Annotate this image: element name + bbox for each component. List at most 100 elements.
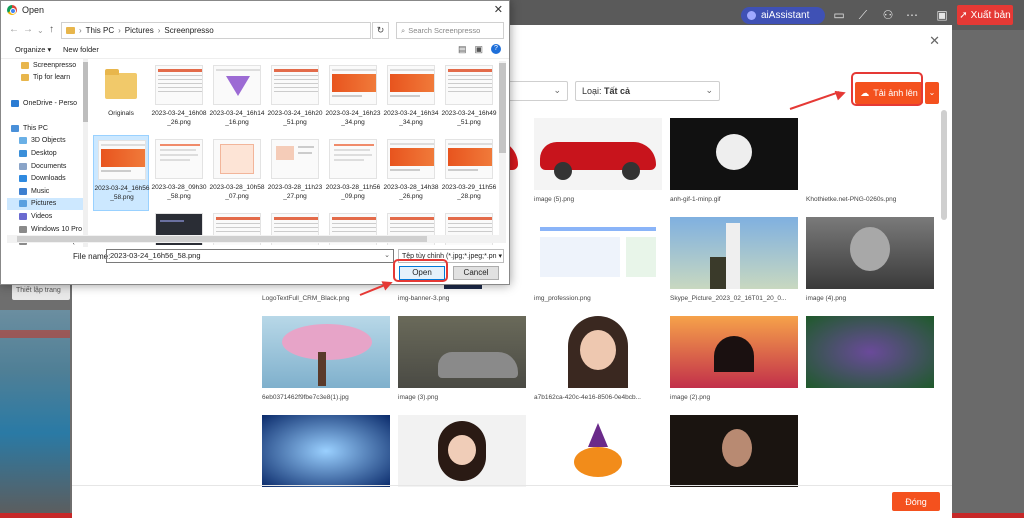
file-list-scrollbar[interactable] bbox=[499, 61, 506, 243]
chevron-down-icon[interactable]: ⌄ bbox=[384, 251, 390, 259]
folder-item[interactable]: Originals bbox=[93, 61, 149, 137]
file-item[interactable]: 2023-03-24_16h23_34.png bbox=[325, 61, 381, 137]
image-card[interactable]: image (4).png bbox=[806, 217, 934, 302]
file-thumbnail bbox=[329, 65, 377, 105]
horizontal-scrollbar[interactable] bbox=[7, 235, 505, 243]
close-button[interactable]: Đóng bbox=[892, 492, 940, 511]
breadcrumb-this-pc[interactable]: This PC bbox=[86, 26, 114, 35]
publish-button[interactable]: ➚ Xuất bản bbox=[957, 5, 1013, 25]
file-name: 2023-03-28_11h23_27.png bbox=[267, 184, 323, 200]
nav-item-label: Tip for learn bbox=[33, 74, 71, 82]
preview-pane-icon[interactable]: ▣ bbox=[474, 44, 483, 55]
image-card[interactable] bbox=[262, 415, 390, 493]
video-icon bbox=[19, 212, 27, 220]
user-icon[interactable]: ⚇ bbox=[881, 8, 895, 22]
file-item[interactable]: 2023-03-24_16h20_51.png bbox=[267, 61, 323, 137]
none-icon bbox=[11, 87, 19, 94]
image-caption: image (2).png bbox=[670, 394, 711, 401]
image-card[interactable]: 6eb0371462f9fbe7c3e8(1).jpg bbox=[262, 316, 390, 401]
nav-item-screenpresso[interactable]: Screenpresso bbox=[7, 59, 87, 72]
close-icon[interactable]: ✕ bbox=[494, 3, 503, 16]
file-item[interactable]: 2023-03-28_11h23_27.png bbox=[267, 135, 323, 211]
refresh-button[interactable]: ↻ bbox=[372, 22, 389, 39]
ai-assistant-label: aiAssistant bbox=[761, 10, 810, 21]
file-item[interactable]: 2023-03-28_10h58_07.png bbox=[209, 135, 265, 211]
image-card[interactable] bbox=[806, 316, 934, 394]
image-thumbnail bbox=[262, 415, 390, 487]
nav-item-documents[interactable]: Documents bbox=[7, 160, 87, 173]
file-name-input[interactable]: 2023-03-24_16h56_58.png ⌄ bbox=[106, 249, 394, 263]
forward-arrow-icon[interactable]: → bbox=[23, 24, 33, 35]
file-item[interactable]: 2023-03-28_14h38_26.png bbox=[383, 135, 439, 211]
upload-dropdown-button[interactable]: ⌄ bbox=[925, 82, 939, 104]
folder-icon bbox=[21, 74, 29, 82]
file-name: 2023-03-28_10h58_07.png bbox=[209, 184, 265, 200]
image-card[interactable] bbox=[398, 415, 526, 493]
nav-item-label: This PC bbox=[23, 124, 48, 132]
file-item[interactable]: 2023-03-28_09h30_58.png bbox=[151, 135, 207, 211]
nav-item-windows-10-pro[interactable]: Windows 10 Pro bbox=[7, 223, 87, 236]
nav-pane-scrollbar[interactable] bbox=[83, 59, 88, 247]
nav-item-pictures[interactable]: Pictures bbox=[7, 197, 87, 211]
search-input[interactable]: ⌕ Search Screenpresso bbox=[396, 22, 504, 39]
more-icon[interactable]: ⋯ bbox=[905, 8, 919, 22]
ai-icon bbox=[747, 11, 756, 20]
image-card[interactable]: image (2).png bbox=[670, 316, 798, 401]
cloud-icon bbox=[11, 99, 19, 107]
image-card[interactable] bbox=[670, 415, 798, 493]
cancel-button[interactable]: Cancel bbox=[453, 266, 499, 280]
file-item[interactable]: 2023-03-24_16h08_26.png bbox=[151, 61, 207, 137]
recent-dropdown-icon[interactable]: ⌄ bbox=[37, 26, 44, 35]
new-folder-button[interactable]: New folder bbox=[63, 45, 99, 54]
nav-item-onedrive-perso[interactable]: OneDrive - Perso bbox=[7, 97, 87, 110]
back-arrow-icon[interactable]: ← bbox=[9, 24, 19, 35]
image-card[interactable]: a7b162ca-420c-4e16-8506-0e4bcb... bbox=[534, 316, 662, 401]
nav-item-downloads[interactable]: Downloads bbox=[7, 172, 87, 185]
save-icon[interactable]: ▣ bbox=[935, 8, 949, 22]
image-caption: image (4).png bbox=[806, 295, 847, 302]
image-card[interactable]: anh-gif-1-minp.gif bbox=[670, 118, 798, 203]
image-thumbnail bbox=[806, 316, 934, 388]
image-card[interactable]: image (5).png bbox=[534, 118, 662, 203]
nav-item-videos[interactable]: Videos bbox=[7, 210, 87, 223]
file-item[interactable]: 2023-03-24_16h14_16.png bbox=[209, 61, 265, 137]
desktop-icon bbox=[19, 149, 27, 157]
nav-item-label: Windows 10 Pro bbox=[31, 225, 82, 233]
organize-menu[interactable]: Organize ▾ bbox=[15, 45, 51, 54]
nav-item-tip-for-learn[interactable]: Tip for learn bbox=[7, 72, 87, 85]
image-grid-scrollbar[interactable] bbox=[941, 110, 947, 220]
file-item[interactable]: 2023-03-24_16h34_34.png bbox=[383, 61, 439, 137]
close-icon[interactable]: ✕ bbox=[929, 33, 940, 49]
file-name: 2023-03-24_16h34_34.png bbox=[383, 110, 439, 126]
chart-icon[interactable]: ⟋ bbox=[856, 8, 870, 22]
publish-label: Xuất bản bbox=[970, 9, 1011, 21]
file-name: 2023-03-24_16h14_16.png bbox=[209, 110, 265, 126]
image-card[interactable]: Khothietke.net-PNG-0260s.png bbox=[806, 118, 934, 203]
type-filter-select[interactable]: Loại: Tất cả ⌄ bbox=[575, 81, 720, 101]
file-thumbnail bbox=[387, 139, 435, 179]
nav-item-this-pc[interactable]: This PC bbox=[7, 122, 87, 135]
pictures-icon bbox=[19, 200, 27, 208]
download-icon bbox=[19, 175, 27, 183]
file-item[interactable]: 2023-03-24_16h56_58.png bbox=[93, 135, 149, 211]
image-card[interactable]: Skype_Picture_2023_02_16T01_20_0... bbox=[670, 217, 798, 302]
nav-item-desktop[interactable]: Desktop bbox=[7, 147, 87, 160]
view-options-icon[interactable]: ▤ bbox=[458, 44, 467, 55]
image-card[interactable] bbox=[534, 415, 662, 493]
help-icon[interactable]: ? bbox=[491, 44, 501, 54]
breadcrumb-screenpresso[interactable]: Screenpresso bbox=[164, 26, 213, 35]
image-caption: img_profession.png bbox=[534, 295, 591, 302]
file-thumbnail bbox=[155, 139, 203, 179]
image-card[interactable]: img_profession.png bbox=[534, 217, 662, 302]
nav-item-music[interactable]: Music bbox=[7, 185, 87, 198]
up-arrow-icon[interactable]: ↑ bbox=[49, 24, 54, 35]
breadcrumb-pictures[interactable]: Pictures bbox=[125, 26, 154, 35]
file-item[interactable]: 2023-03-24_16h49_51.png bbox=[441, 61, 497, 137]
nav-item-3d-objects[interactable]: 3D Objects bbox=[7, 135, 87, 148]
file-item[interactable]: 2023-03-29_11h56_28.png bbox=[441, 135, 497, 211]
image-card[interactable]: image (3).png bbox=[398, 316, 526, 401]
address-bar[interactable]: › This PC › Pictures › Screenpresso bbox=[61, 22, 371, 39]
keyboard-icon[interactable]: ▭ bbox=[832, 8, 846, 22]
file-item[interactable]: 2023-03-28_11h56_09.png bbox=[325, 135, 381, 211]
ai-assistant-button[interactable]: aiAssistant bbox=[741, 7, 825, 24]
